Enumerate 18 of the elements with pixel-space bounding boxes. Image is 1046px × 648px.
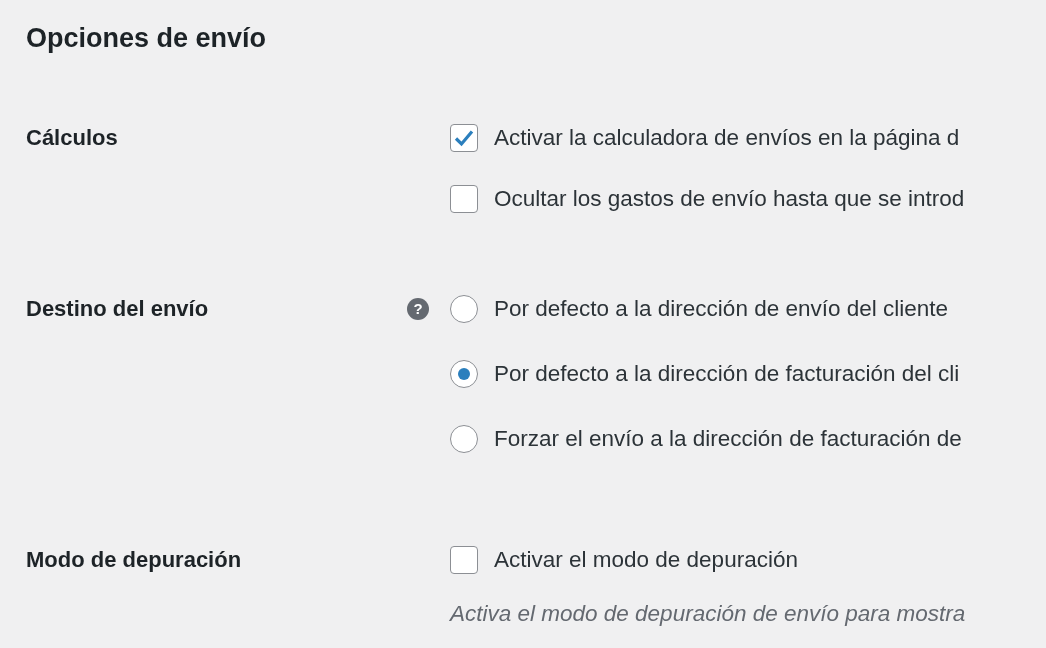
radio-button[interactable] xyxy=(450,295,478,323)
checkbox[interactable] xyxy=(450,546,478,574)
option-label: Por defecto a la dirección de facturación del cli xyxy=(494,360,960,388)
radio-button[interactable] xyxy=(450,425,478,453)
checkbox[interactable] xyxy=(450,185,478,213)
option-label: Por defecto a la dirección de envío del cliente xyxy=(494,295,949,323)
option-label: Activar el modo de depuración xyxy=(494,546,798,574)
option-label: Activar la calculadora de envíos en la página d xyxy=(494,124,960,152)
checkbox[interactable] xyxy=(450,124,478,152)
setting-label: Destino del envío xyxy=(26,295,210,323)
setting-label: Cálculos xyxy=(26,124,119,152)
option-label: Forzar el envío a la dirección de facturación de xyxy=(494,425,962,453)
description-text: Activa el modo de depuración de envío para mostra xyxy=(450,600,966,628)
option-label: Ocultar los gastos de envío hasta que se introd xyxy=(494,185,965,213)
setting-label: Modo de depuración xyxy=(26,546,243,574)
help-icon[interactable]: ? xyxy=(407,298,429,320)
page-title: Opciones de envío xyxy=(26,22,268,55)
radio-button[interactable] xyxy=(450,360,478,388)
